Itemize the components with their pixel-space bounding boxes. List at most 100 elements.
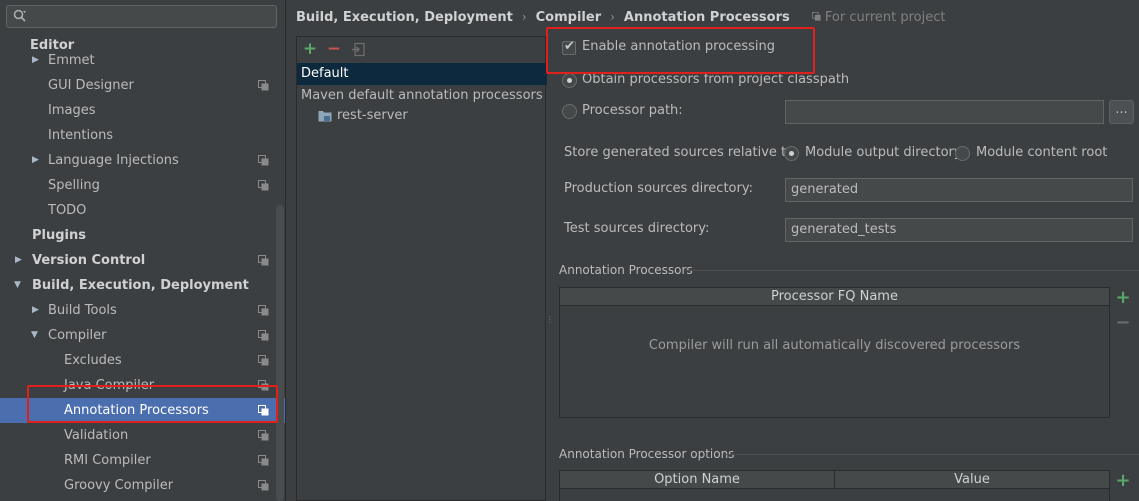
sidebar-item-version-control[interactable]: ▶ Version Control bbox=[0, 248, 285, 273]
collapse-arrow-icon[interactable]: ▼ bbox=[31, 323, 38, 348]
option-name-header[interactable]: Option Name bbox=[560, 471, 835, 489]
project-scope-icon bbox=[258, 255, 269, 266]
sidebar-item-label: TODO bbox=[48, 203, 87, 218]
sidebar-item-label: Annotation Processors bbox=[64, 403, 209, 418]
expand-arrow-icon[interactable]: ▶ bbox=[32, 148, 39, 173]
processor-fq-name-header[interactable]: Processor FQ Name bbox=[560, 288, 1109, 306]
sidebar-item-gui-designer[interactable]: GUI Designer bbox=[0, 73, 285, 98]
profile-row-default[interactable]: Default bbox=[297, 63, 547, 85]
sidebar-scrollbar[interactable] bbox=[276, 205, 284, 501]
processors-empty-text: Compiler will run all automatically disc… bbox=[648, 338, 1021, 353]
sidebar-item-label: Compiler bbox=[48, 328, 107, 343]
project-scope-icon bbox=[258, 430, 269, 441]
annotation-settings-panel: ✔ Enable annotation processing Obtain pr… bbox=[552, 36, 1139, 501]
add-option-button[interactable]: + bbox=[1114, 472, 1132, 490]
search-icon bbox=[13, 9, 26, 22]
breadcrumb-item: Build, Execution, Deployment bbox=[296, 10, 513, 25]
add-profile-button[interactable]: + bbox=[301, 40, 319, 58]
sidebar-item-build-execution-deployment[interactable]: ▼ Build, Execution, Deployment bbox=[0, 273, 285, 298]
add-processor-button[interactable]: + bbox=[1114, 289, 1132, 307]
sidebar-item-build-tools[interactable]: ▶ Build Tools bbox=[0, 298, 285, 323]
sidebar-item-compiler[interactable]: ▼ Compiler bbox=[0, 323, 285, 348]
sidebar-item-todo[interactable]: TODO bbox=[0, 198, 285, 223]
project-scope-icon bbox=[258, 80, 269, 91]
profile-row-maven[interactable]: Maven default annotation processors prof… bbox=[297, 85, 547, 107]
sidebar-item-label: RMI Compiler bbox=[64, 453, 151, 468]
move-to-profile-icon[interactable] bbox=[351, 42, 366, 57]
sidebar-item-label: Images bbox=[48, 103, 96, 118]
section-divider bbox=[685, 270, 1139, 271]
processor-path-radio[interactable] bbox=[562, 104, 577, 119]
module-label: rest-server bbox=[337, 108, 408, 123]
sidebar-item-annotation-processors[interactable]: Annotation Processors bbox=[0, 398, 285, 423]
remove-processor-button[interactable]: − bbox=[1114, 314, 1132, 332]
scope-label: For current project bbox=[824, 10, 946, 25]
sidebar-item-label: Excludes bbox=[64, 353, 122, 368]
profile-label: Default bbox=[301, 66, 349, 81]
sidebar-item-excludes[interactable]: Excludes bbox=[0, 348, 285, 373]
splitter-handle-icon[interactable]: ⋮ bbox=[546, 316, 554, 332]
checkmark-icon: ✔ bbox=[564, 39, 575, 54]
sidebar-item-rmi-compiler[interactable]: RMI Compiler bbox=[0, 448, 285, 473]
sidebar-item-label: Validation bbox=[64, 428, 129, 443]
project-scope-icon bbox=[258, 480, 269, 491]
sidebar-item-plugins[interactable]: Plugins bbox=[0, 223, 285, 248]
search-input[interactable] bbox=[31, 7, 271, 26]
module-row-rest-server[interactable]: rest-server bbox=[297, 105, 547, 127]
sidebar-item-label: Build Tools bbox=[48, 303, 117, 318]
project-scope-icon bbox=[811, 12, 821, 21]
sidebar-item-label: Spelling bbox=[48, 178, 100, 193]
expand-arrow-icon[interactable]: ▶ bbox=[32, 48, 39, 73]
sidebar-item-java-compiler[interactable]: Java Compiler bbox=[0, 373, 285, 398]
browse-processor-path-button[interactable]: ... bbox=[1109, 100, 1134, 124]
project-scope-icon bbox=[258, 405, 269, 416]
processor-profiles-panel: + − Default Maven default annotation pro… bbox=[296, 36, 547, 501]
module-output-label: Module output directory bbox=[805, 145, 962, 160]
obtain-classpath-radio[interactable] bbox=[562, 73, 577, 88]
processor-options-table[interactable]: Option Name Value bbox=[559, 470, 1110, 501]
sidebar-item-intentions[interactable]: Intentions bbox=[0, 123, 285, 148]
module-content-radio[interactable] bbox=[955, 146, 970, 161]
settings-search-field[interactable] bbox=[6, 5, 277, 28]
project-scope-icon bbox=[258, 330, 269, 341]
store-relative-label: Store generated sources relative to: bbox=[564, 145, 799, 160]
test-dir-field[interactable]: generated_tests bbox=[785, 218, 1133, 242]
scope-indicator: For current project bbox=[811, 10, 946, 25]
obtain-classpath-label: Obtain processors from project classpath bbox=[582, 72, 850, 87]
breadcrumb-separator: › bbox=[521, 10, 527, 24]
sidebar-item-images[interactable]: Images bbox=[0, 98, 285, 123]
sidebar-item-spelling[interactable]: Spelling bbox=[0, 173, 285, 198]
enable-processing-checkbox[interactable]: ✔ bbox=[562, 39, 576, 55]
sidebar-item-label: Plugins bbox=[32, 228, 86, 243]
sidebar-item-label: Language Injections bbox=[48, 153, 179, 168]
sidebar-item-label: Emmet bbox=[48, 53, 95, 68]
breadcrumb: Build, Execution, Deployment › Compiler › An… bbox=[296, 0, 945, 34]
module-output-radio[interactable] bbox=[784, 146, 799, 161]
sidebar-item-label: Version Control bbox=[32, 253, 146, 268]
expand-arrow-icon[interactable]: ▶ bbox=[32, 298, 39, 323]
sidebar-item-language-injections[interactable]: ▶ Language Injections bbox=[0, 148, 285, 173]
production-dir-label: Production sources directory: bbox=[564, 181, 753, 196]
test-dir-label: Test sources directory: bbox=[564, 221, 710, 236]
project-scope-icon bbox=[258, 355, 269, 366]
processors-table[interactable]: Processor FQ Name Compiler will run all … bbox=[559, 287, 1110, 418]
processor-path-field[interactable] bbox=[785, 100, 1104, 124]
option-value-header[interactable]: Value bbox=[835, 471, 1109, 489]
sidebar-item-label: Intentions bbox=[48, 128, 114, 143]
expand-arrow-icon[interactable]: ▶ bbox=[15, 248, 22, 273]
module-folder-icon bbox=[318, 111, 332, 122]
section-divider bbox=[724, 454, 1139, 455]
enable-processing-label: Enable annotation processing bbox=[582, 39, 775, 54]
remove-profile-button[interactable]: − bbox=[325, 40, 343, 58]
breadcrumb-separator: › bbox=[610, 10, 615, 24]
processor-path-label: Processor path: bbox=[582, 103, 683, 118]
module-content-label: Module content root bbox=[976, 145, 1108, 160]
sidebar-item-validation[interactable]: Validation bbox=[0, 423, 285, 448]
settings-window: Editor ▶ Emmet GUI Designer Images Inten… bbox=[0, 0, 1139, 501]
production-dir-field[interactable]: generated bbox=[785, 178, 1133, 202]
collapse-arrow-icon[interactable]: ▼ bbox=[14, 273, 21, 298]
project-scope-icon bbox=[258, 380, 269, 391]
sidebar-item-groovy-compiler[interactable]: Groovy Compiler bbox=[0, 473, 285, 498]
sidebar-item-emmet[interactable]: ▶ Emmet bbox=[0, 48, 285, 73]
project-scope-icon bbox=[258, 155, 269, 166]
